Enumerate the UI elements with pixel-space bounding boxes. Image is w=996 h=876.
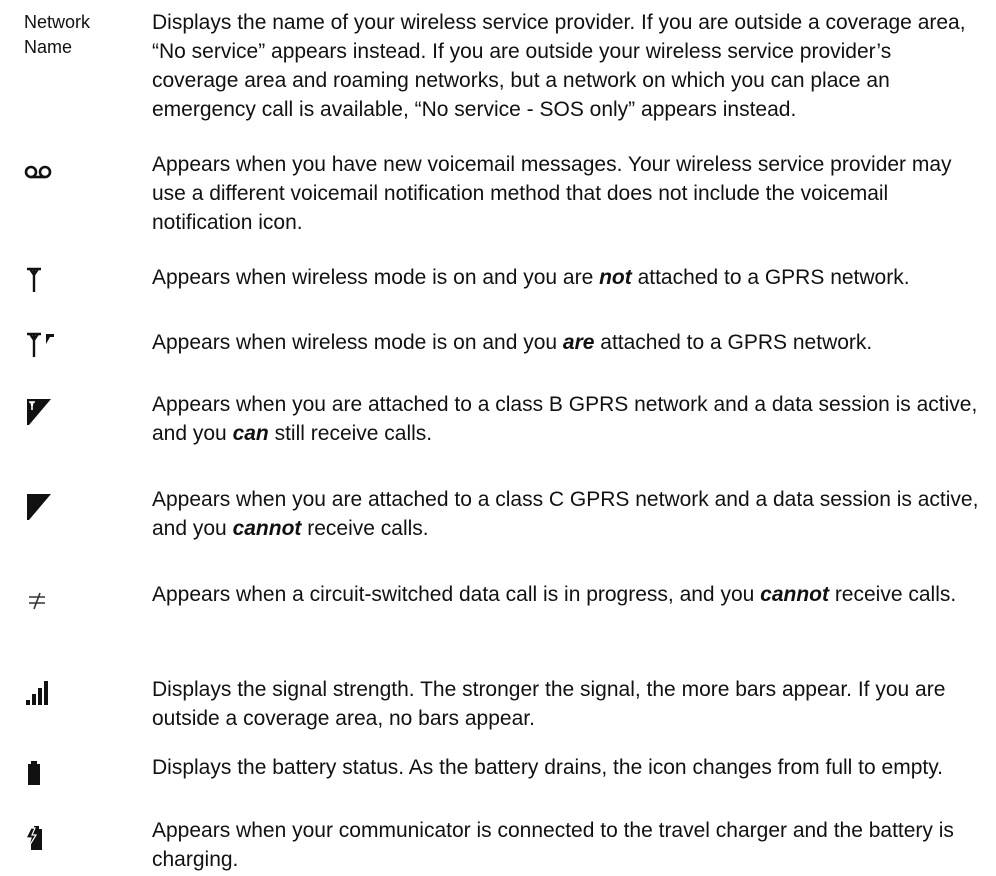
description-text: Appears when your communicator is connec…: [152, 819, 954, 871]
description-text: Displays the name of your wireless servi…: [152, 11, 966, 121]
legend-description: Appears when a circuit-switched data cal…: [152, 580, 982, 609]
circuit-switched-data-icon: [27, 592, 137, 610]
description-text: receive calls.: [301, 517, 429, 540]
network-name-label: Network Name: [24, 12, 91, 57]
description-text: receive calls.: [828, 583, 957, 606]
legend-description: Appears when you are attached to a class…: [152, 485, 982, 543]
legend-description: Appears when your communicator is connec…: [152, 816, 982, 874]
emphasis-text: are: [562, 331, 595, 354]
gprs-class-c-icon: [26, 493, 136, 521]
voicemail-icon: [24, 164, 134, 180]
gprs-class-b-icon: [26, 398, 136, 426]
description-text: Displays the battery status. As the batt…: [152, 756, 943, 779]
gprs-attached-icon: [26, 332, 136, 358]
legend-description: Displays the signal strength. The strong…: [152, 675, 982, 733]
description-text: Appears when a circuit-switched data cal…: [152, 583, 761, 606]
emphasis-text: cannot: [760, 583, 829, 606]
legend-description: Appears when you have new voicemail mess…: [152, 150, 982, 237]
emphasis-text: can: [232, 422, 269, 445]
description-text: Appears when you have new voicemail mess…: [152, 153, 952, 234]
legend-description: Displays the name of your wireless servi…: [152, 8, 982, 124]
description-text: Displays the signal strength. The strong…: [152, 678, 946, 730]
legend-description: Displays the battery status. As the batt…: [152, 753, 982, 782]
description-text: attached to a GPRS network.: [631, 266, 910, 289]
description-text: Appears when wireless mode is on and you: [152, 331, 563, 354]
description-text: attached to a GPRS network.: [594, 331, 873, 354]
legend-description: Appears when wireless mode is on and you…: [152, 263, 982, 292]
battery-icon: [28, 761, 138, 785]
legend-description: Appears when you are attached to a class…: [152, 390, 982, 448]
battery-charging-icon: [25, 826, 135, 850]
legend-description: Appears when wireless mode is on and you…: [152, 328, 982, 357]
description-text: Appears when wireless mode is on and you…: [152, 266, 600, 289]
signal-strength-icon: [26, 681, 136, 705]
emphasis-text: not: [599, 266, 632, 289]
description-text: still receive calls.: [268, 422, 433, 445]
antenna-icon: [26, 267, 136, 293]
emphasis-text: cannot: [232, 517, 302, 540]
